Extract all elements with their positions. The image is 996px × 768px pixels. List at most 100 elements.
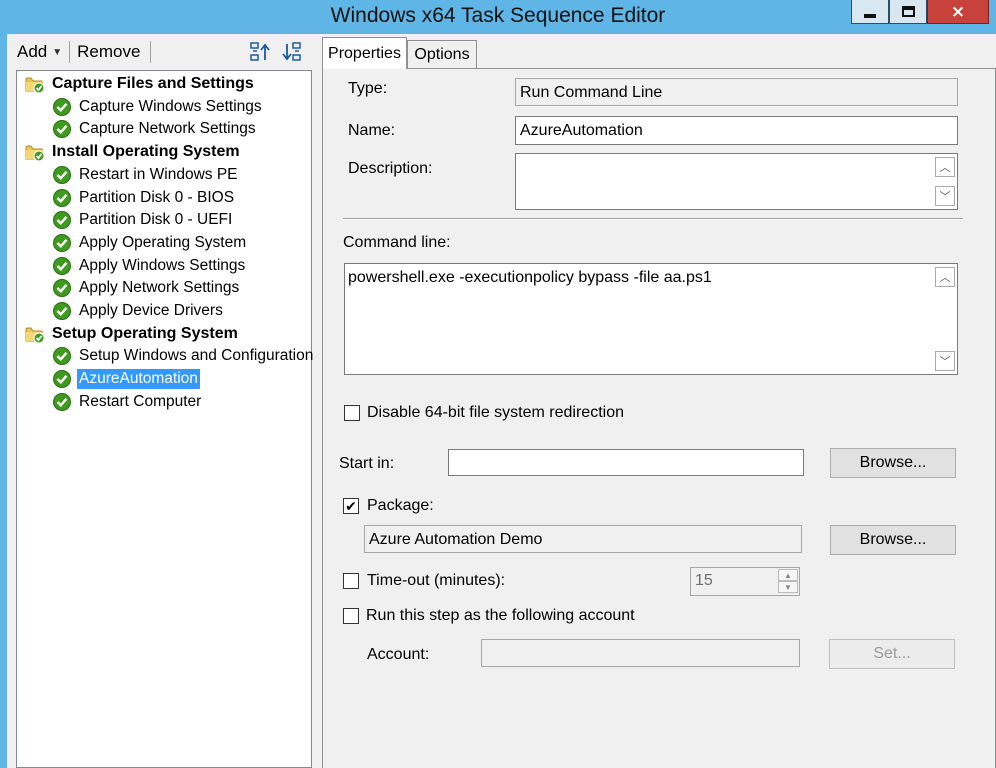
tree-group[interactable]: Install Operating System	[17, 141, 242, 163]
task-sequence-tree[interactable]: Capture Files and Settings Capture Windo…	[16, 70, 315, 768]
description-input[interactable]: ︿ ﹀	[515, 153, 958, 210]
minimize-button[interactable]	[851, 0, 889, 24]
check-circle-icon	[53, 165, 71, 184]
tree-group[interactable]: Setup Operating System	[17, 323, 240, 345]
run-as-label: Run this step as the following account	[366, 607, 635, 624]
tree-step-label: Partition Disk 0 - UEFI	[79, 211, 233, 229]
scroll-down-icon[interactable]: ﹀	[935, 186, 955, 206]
client-area: Add ▼ Remove Capture Files and Settings …	[7, 34, 996, 768]
left-pane: Add ▼ Remove Capture Files and Settings …	[7, 34, 316, 768]
folder-check-icon	[25, 77, 45, 94]
start-in-label: Start in:	[339, 455, 395, 472]
folder-check-icon	[25, 145, 45, 162]
check-circle-icon	[53, 347, 71, 366]
tree-group-label: Setup Operating System	[52, 324, 238, 342]
tree-step[interactable]: AzureAutomation	[17, 368, 200, 390]
package-browse-button[interactable]: Browse...	[830, 525, 956, 555]
set-account-button[interactable]: Set...	[829, 639, 955, 669]
tree-step[interactable]: Capture Windows Settings	[17, 96, 264, 118]
toolbar-separator	[150, 41, 152, 63]
stepper-up-icon[interactable]: ▲	[778, 569, 798, 581]
title-bar: Windows x64 Task Sequence Editor ×	[0, 0, 996, 34]
move-up-icon[interactable]	[250, 41, 272, 63]
scroll-down-icon[interactable]: ﹀	[935, 351, 955, 371]
tab-properties[interactable]: Properties	[322, 37, 407, 69]
tree-step[interactable]: Partition Disk 0 - UEFI	[17, 209, 234, 231]
divider	[343, 218, 963, 219]
tree-group[interactable]: Capture Files and Settings	[17, 73, 256, 95]
tree-step-label: AzureAutomation	[77, 369, 200, 390]
account-label: Account:	[367, 646, 430, 663]
package-label: Package:	[367, 497, 434, 514]
name-input[interactable]: AzureAutomation	[515, 116, 958, 145]
add-label: Add	[17, 42, 48, 61]
scroll-up-icon[interactable]: ︿	[935, 157, 955, 177]
command-line-text: powershell.exe -executionpolicy bypass -…	[348, 269, 712, 286]
check-circle-icon	[53, 279, 71, 298]
folder-check-icon	[25, 327, 45, 344]
checkmark-icon: ✔	[345, 498, 357, 514]
command-line-label: Command line:	[343, 234, 451, 251]
timeout-label: Time-out (minutes):	[367, 572, 506, 589]
tree-step-label: Capture Network Settings	[79, 120, 256, 138]
check-circle-icon	[53, 211, 71, 230]
name-label: Name:	[348, 122, 396, 139]
right-pane: Properties Options Type: Run Command Lin…	[320, 34, 996, 768]
minimize-icon	[864, 13, 876, 18]
tree-step[interactable]: Apply Operating System	[17, 232, 248, 254]
tree-step[interactable]: Partition Disk 0 - BIOS	[17, 187, 236, 209]
chevron-down-icon: ▼	[52, 46, 63, 58]
tab-options[interactable]: Options	[407, 40, 477, 69]
check-circle-icon	[53, 188, 71, 207]
disable-redirection-checkbox[interactable]	[344, 405, 360, 421]
type-field: Run Command Line	[515, 78, 958, 106]
tree-step-label: Apply Windows Settings	[79, 256, 246, 274]
tree-step-label: Restart in Windows PE	[79, 165, 238, 183]
window-title: Windows x64 Task Sequence Editor	[330, 4, 666, 27]
tree-step[interactable]: Apply Network Settings	[17, 277, 241, 299]
toolbar: Add ▼ Remove	[7, 34, 316, 70]
tree-step[interactable]: Apply Device Drivers	[17, 300, 225, 322]
remove-button[interactable]: Remove	[77, 42, 140, 62]
add-menu-button[interactable]: Add ▼	[17, 42, 62, 62]
properties-panel: Type: Run Command Line Name: AzureAutoma…	[322, 68, 996, 768]
scroll-up-icon[interactable]: ︿	[935, 267, 955, 287]
description-scrollbar[interactable]: ︿ ﹀	[933, 154, 957, 209]
maximize-button[interactable]	[889, 0, 927, 24]
tree-step-label: Setup Windows and Configuration	[79, 347, 314, 365]
tree-step-label: Partition Disk 0 - BIOS	[79, 188, 235, 206]
account-input[interactable]	[481, 639, 800, 667]
command-line-scrollbar[interactable]: ︿ ﹀	[933, 264, 957, 374]
stepper-down-icon[interactable]: ▼	[778, 581, 798, 593]
maximize-icon	[901, 6, 915, 17]
package-field: Azure Automation Demo	[364, 525, 802, 553]
tree-group-label: Install Operating System	[52, 143, 240, 161]
tree-step-label: Restart Computer	[79, 392, 202, 410]
check-circle-icon	[53, 256, 71, 275]
start-in-input[interactable]	[448, 449, 804, 476]
tree-step[interactable]: Restart Computer	[17, 391, 203, 413]
tree-step[interactable]: Setup Windows and Configuration	[17, 345, 315, 367]
tree-group-label: Capture Files and Settings	[52, 75, 254, 92]
check-circle-icon	[53, 302, 71, 320]
check-circle-icon	[53, 392, 71, 411]
timeout-checkbox[interactable]	[343, 573, 359, 589]
command-line-input[interactable]: powershell.exe -executionpolicy bypass -…	[344, 263, 958, 375]
close-button[interactable]: ×	[927, 0, 989, 24]
move-down-icon[interactable]	[280, 41, 302, 63]
tree-step-label: Apply Operating System	[79, 233, 247, 251]
description-label: Description:	[348, 160, 433, 177]
start-in-browse-button[interactable]: Browse...	[830, 448, 956, 478]
tree-step[interactable]: Apply Windows Settings	[17, 255, 247, 277]
tree-step-label: Apply Network Settings	[79, 279, 240, 297]
run-as-checkbox[interactable]	[343, 608, 359, 624]
type-label: Type:	[348, 80, 388, 97]
disable-redirection-label: Disable 64-bit file system redirection	[367, 404, 624, 421]
tree-step-label: Apply Device Drivers	[79, 302, 223, 319]
timeout-value: 15	[695, 572, 713, 589]
check-circle-icon	[53, 370, 71, 389]
timeout-stepper[interactable]: 15 ▲ ▼	[690, 567, 800, 596]
tree-step[interactable]: Restart in Windows PE	[17, 164, 240, 186]
package-checkbox[interactable]: ✔	[343, 498, 359, 514]
tree-step[interactable]: Capture Network Settings	[17, 118, 258, 140]
